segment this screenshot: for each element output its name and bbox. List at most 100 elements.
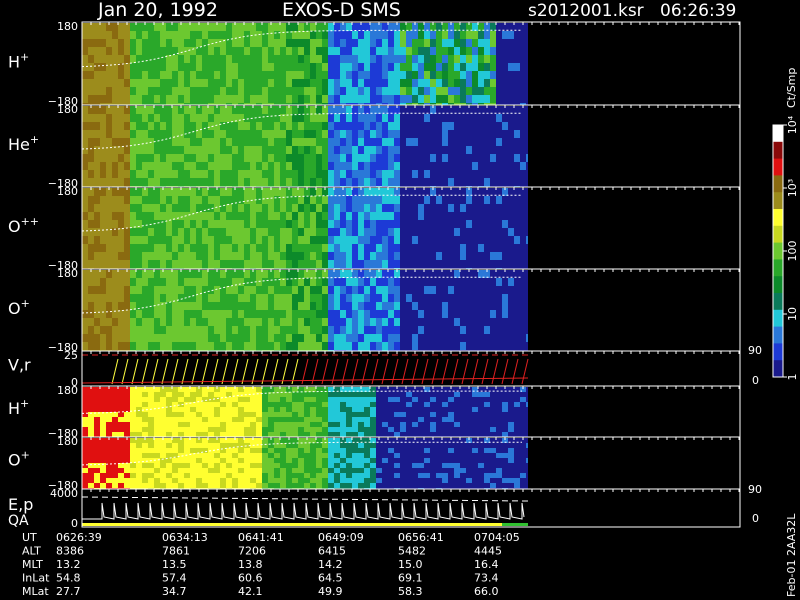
right-0-label-vr: 0 bbox=[752, 374, 759, 387]
y-tick-top: 25 bbox=[64, 349, 78, 362]
colorbar-unit-label: Ct/Smp bbox=[785, 68, 798, 108]
panel-label: O+ bbox=[8, 449, 30, 470]
axis-row-value: 4445 bbox=[474, 545, 502, 558]
panel-label: He+ bbox=[8, 133, 39, 154]
colorbar-tick-label: 10 bbox=[786, 307, 799, 321]
header-instrument: EXOS-D SMS bbox=[282, 0, 401, 21]
panel-1: He+180−180 bbox=[8, 103, 741, 190]
axis-row-value: 0704:05 bbox=[474, 531, 520, 544]
colorbar-swatch bbox=[773, 175, 783, 193]
colorbar-swatch bbox=[773, 192, 783, 210]
axis-row-value: 49.9 bbox=[318, 585, 343, 598]
axis-row-value: 58.3 bbox=[398, 585, 423, 598]
heatmap-cells bbox=[82, 387, 528, 437]
colorbar-tick-label: 10³ bbox=[786, 179, 799, 197]
y-tick-top: 180 bbox=[57, 185, 78, 198]
panel-label: O++ bbox=[8, 215, 39, 236]
ep-line-plot bbox=[81, 496, 529, 526]
right-0-label-ep: 0 bbox=[752, 512, 759, 525]
right-90-label-vr: 90 bbox=[748, 344, 762, 357]
header-time: 06:26:39 bbox=[660, 1, 736, 21]
colorbar-swatch bbox=[773, 343, 783, 361]
colorbar-tick-label: 100 bbox=[786, 241, 799, 262]
axis-row-value: 73.4 bbox=[474, 572, 499, 585]
y-tick-bottom: 0 bbox=[71, 517, 78, 530]
axis-row-value: 13.2 bbox=[56, 558, 81, 571]
colorbar-swatch bbox=[773, 326, 783, 344]
axis-row-value: 0634:13 bbox=[162, 531, 208, 544]
axis-row-value: 27.7 bbox=[56, 585, 81, 598]
axis-row-value: 64.5 bbox=[318, 572, 343, 585]
axis-row-value: 7861 bbox=[162, 545, 190, 558]
axis-row-value: 69.1 bbox=[398, 572, 423, 585]
axis-row-value: 34.7 bbox=[162, 585, 187, 598]
footer-code: Feb-01 2AA32L bbox=[785, 513, 798, 597]
heatmap-cells bbox=[82, 106, 528, 187]
colorbar-swatch bbox=[773, 225, 783, 244]
colorbar-swatch bbox=[773, 209, 783, 227]
colorbar-swatch bbox=[773, 259, 783, 277]
colorbar-swatch bbox=[773, 141, 783, 160]
axis-row-value: 42.1 bbox=[238, 585, 263, 598]
y-tick-top: 4000 bbox=[50, 487, 78, 500]
axis-row-value: 0649:09 bbox=[318, 531, 364, 544]
axis-row-label: MLat bbox=[22, 585, 49, 598]
panel-label: H+ bbox=[8, 397, 29, 418]
qa-label: QA bbox=[8, 513, 29, 529]
y-tick-top: 180 bbox=[57, 103, 78, 116]
header-file: s2012001.ksr bbox=[528, 1, 644, 21]
heatmap-cells bbox=[82, 23, 528, 105]
axis-row-value: 66.0 bbox=[474, 585, 499, 598]
panel-label: V,r bbox=[8, 355, 31, 374]
panel-7: E,pQA 4000 0 bbox=[8, 487, 741, 530]
axis-row-value: 13.5 bbox=[162, 558, 187, 571]
axis-row-label: UT bbox=[22, 531, 37, 544]
colorbar-swatch bbox=[773, 360, 783, 378]
axis-row-value: 16.4 bbox=[474, 558, 499, 571]
axis-row-label: MLT bbox=[22, 558, 43, 571]
colorbar-swatch bbox=[773, 276, 783, 294]
colorbar-tick-label: 1 bbox=[786, 374, 799, 381]
colorbar-tick-label: 10⁴ bbox=[786, 115, 799, 134]
y-tick-top: 180 bbox=[57, 384, 78, 397]
axis-row-value: 6415 bbox=[318, 545, 346, 558]
panel-6: O+180−180 bbox=[8, 435, 741, 492]
panel-0: H+180−180 bbox=[8, 20, 741, 108]
axis-row-value: 8386 bbox=[56, 545, 84, 558]
heatmap-cells bbox=[82, 438, 528, 489]
colorbar-swatch bbox=[773, 242, 783, 260]
axis-row-value: 0656:41 bbox=[398, 531, 444, 544]
panel-label: E,p bbox=[8, 495, 33, 514]
panel-label: H+ bbox=[8, 51, 29, 72]
header-date: Jan 20, 1992 bbox=[97, 0, 218, 21]
axis-row-value: 0641:41 bbox=[238, 531, 284, 544]
colorbar-ticks: 10⁴ 10³ 100 10 1 bbox=[783, 115, 799, 381]
y-tick-top: 180 bbox=[57, 267, 78, 280]
y-tick-top: 180 bbox=[57, 20, 78, 33]
qa-bar bbox=[82, 523, 502, 526]
colorbar-swatch bbox=[773, 293, 783, 311]
axis-row-value: 5482 bbox=[398, 545, 426, 558]
panel-5: H+180−180 bbox=[8, 384, 741, 440]
axis-row-value: 0626:39 bbox=[56, 531, 102, 544]
axis-row-value: 54.8 bbox=[56, 572, 81, 585]
spectrogram-plot: Jan 20, 1992 EXOS-D SMS s2012001.ksr 06:… bbox=[8, 0, 799, 598]
vr-line-plot bbox=[81, 354, 529, 385]
heatmap-cells bbox=[82, 270, 528, 351]
axis-row-value: 7206 bbox=[238, 545, 266, 558]
right-90-label-ep: 90 bbox=[748, 483, 762, 496]
axis-row-value: 13.8 bbox=[238, 558, 263, 571]
panel-3: O+180−180 bbox=[8, 267, 741, 354]
axis-row-value: 60.6 bbox=[238, 572, 263, 585]
axis-row-label: InLat bbox=[22, 572, 50, 585]
panels: H+180−180He+180−180O++180−180O+180−180V,… bbox=[8, 20, 741, 530]
panel-2: O++180−180 bbox=[8, 185, 741, 272]
axis-row-value: 57.4 bbox=[162, 572, 187, 585]
colorbar-swatch bbox=[773, 309, 783, 328]
colorbar-swatch bbox=[773, 158, 783, 176]
axis-row-label: ALT bbox=[22, 545, 41, 558]
panel-4: V,r 250 bbox=[8, 349, 741, 389]
colorbar-swatch bbox=[773, 125, 783, 143]
panel-label: O+ bbox=[8, 297, 30, 318]
x-axis-table: UT 0626:39 0634:13 0641:41 0649:09 0656:41 070… bbox=[22, 531, 520, 598]
